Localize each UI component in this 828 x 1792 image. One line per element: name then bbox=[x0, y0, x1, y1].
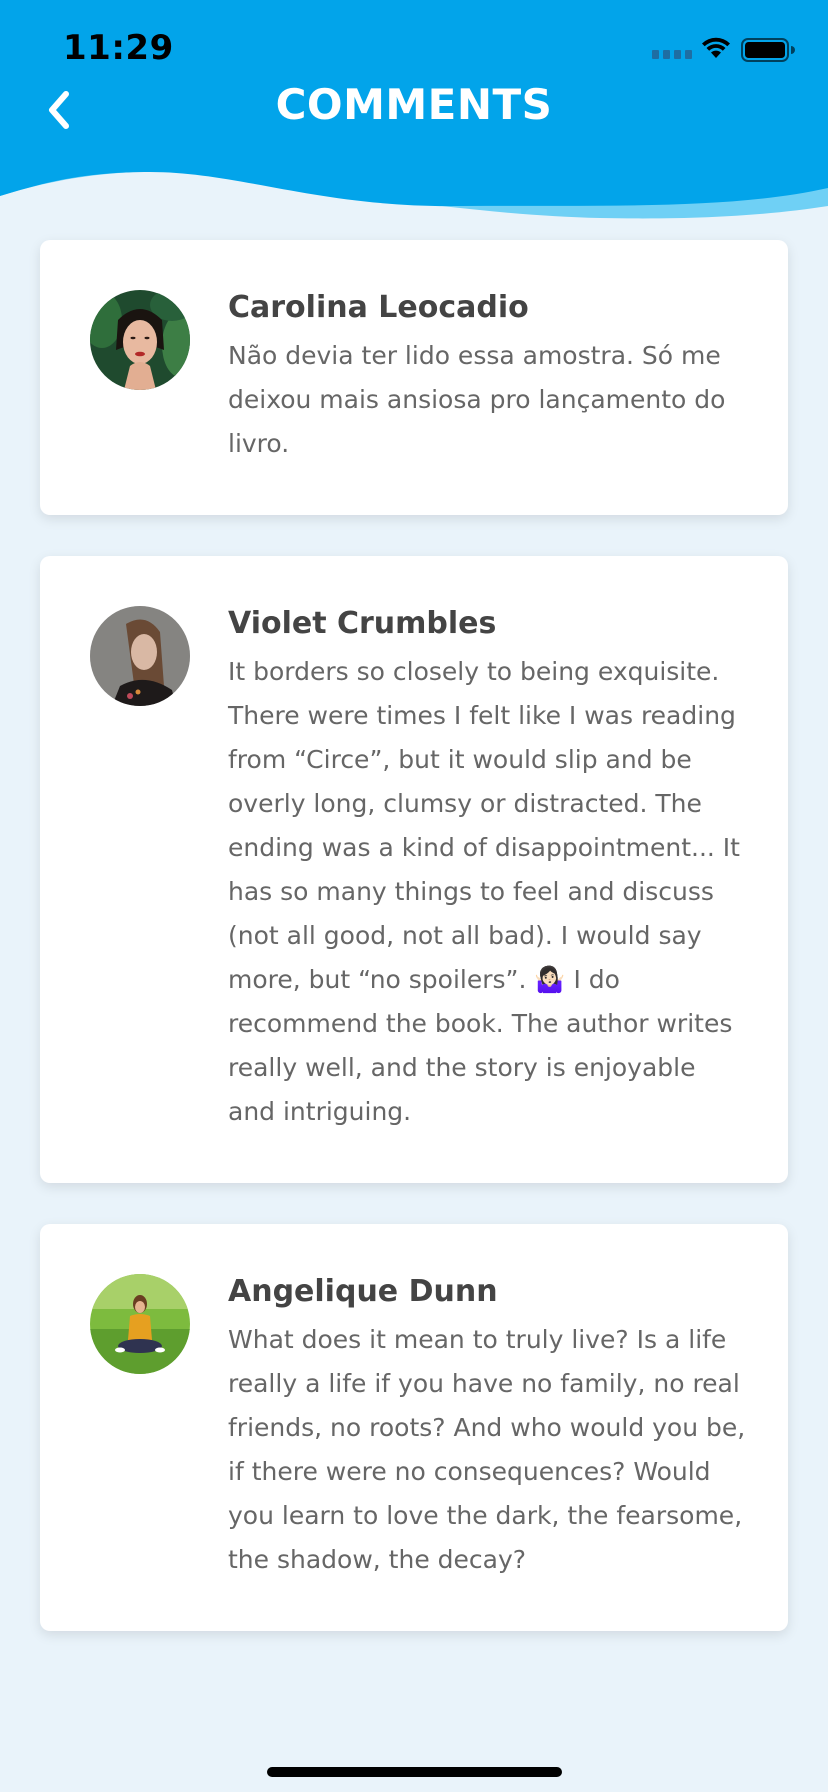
avatar bbox=[90, 606, 190, 706]
battery-icon bbox=[741, 38, 795, 62]
comment-card: Violet Crumbles It borders so closely to… bbox=[40, 556, 788, 1183]
avatar bbox=[90, 1274, 190, 1374]
comment-author: Carolina Leocadio bbox=[228, 290, 529, 325]
comment-author: Violet Crumbles bbox=[228, 606, 497, 641]
status-time: 11:29 bbox=[63, 28, 174, 68]
cellular-signal-icon bbox=[652, 50, 692, 59]
comment-text: It borders so closely to being exquisite… bbox=[228, 657, 740, 1126]
comment-author: Angelique Dunn bbox=[228, 1274, 498, 1309]
comment-card: Angelique Dunn What does it mean to trul… bbox=[40, 1224, 788, 1631]
comment-card: Carolina Leocadio Não devia ter lido ess… bbox=[40, 240, 788, 515]
comment-text: What does it mean to truly live? Is a li… bbox=[228, 1325, 746, 1574]
page-title: COMMENTS bbox=[275, 80, 553, 129]
wifi-icon bbox=[702, 37, 730, 58]
home-indicator[interactable] bbox=[267, 1767, 562, 1777]
comment-text: Não devia ter lido essa amostra. Só me d… bbox=[228, 341, 726, 458]
avatar bbox=[90, 290, 190, 390]
header: 11:29 COMMENTS bbox=[0, 0, 828, 230]
